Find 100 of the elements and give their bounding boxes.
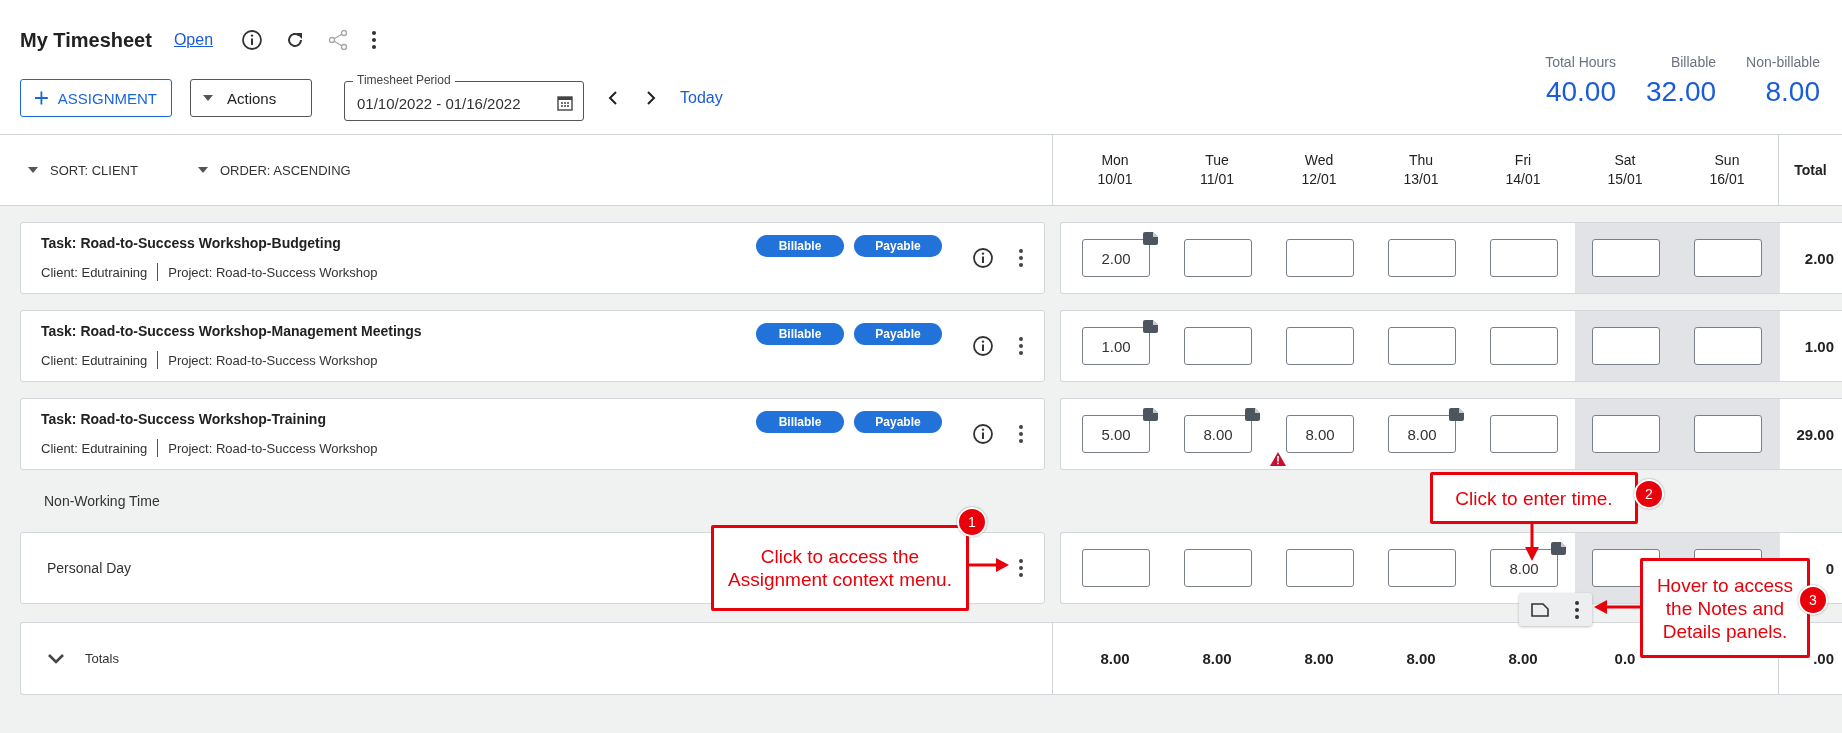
row-total: 1.00: [1779, 311, 1842, 381]
day-name: Fri: [1514, 151, 1532, 170]
summary-value: 32.00: [1646, 76, 1717, 108]
time-field[interactable]: [1694, 327, 1762, 365]
time-field[interactable]: [1490, 327, 1558, 365]
info-icon[interactable]: [972, 335, 994, 357]
day-date: 13/01: [1403, 170, 1439, 189]
caret-icon: [197, 167, 208, 173]
client-label: Client: Edutraining: [41, 440, 148, 456]
time-field[interactable]: [1694, 415, 1762, 453]
day-name: Tue: [1205, 151, 1229, 170]
time-field[interactable]: [1592, 415, 1660, 453]
day-date: 15/01: [1607, 170, 1643, 189]
day-total: 8.00: [1507, 649, 1539, 669]
day-date: 10/01: [1097, 170, 1133, 189]
task-title: Task: Road-to-Success Workshop-Training: [41, 411, 327, 427]
time-field[interactable]: 8.00: [1286, 415, 1354, 453]
summary-value: 8.00: [1765, 76, 1820, 108]
day-date: 14/01: [1505, 170, 1541, 189]
field-label: Timesheet Period: [353, 73, 455, 87]
actions-dropdown[interactable]: Actions: [190, 79, 312, 117]
summary-label: Total Hours: [1545, 54, 1616, 70]
note-icon[interactable]: [1531, 602, 1550, 617]
time-field[interactable]: [1184, 239, 1252, 277]
status-link[interactable]: Open: [173, 31, 214, 49]
more-icon[interactable]: [1573, 599, 1580, 620]
task-title: Task: Road-to-Success Workshop-Budgeting: [41, 235, 342, 251]
arrow: [1525, 522, 1539, 561]
sort-label: SORT: CLIENT: [50, 162, 138, 178]
sort-dropdown[interactable]: SORT: CLIENT: [28, 162, 138, 178]
chevron-icon[interactable]: [47, 653, 65, 664]
time-field[interactable]: [1388, 327, 1456, 365]
more-icon[interactable]: [371, 30, 378, 50]
assignment-title: Personal Day: [46, 560, 132, 576]
project-label: Project: Road-to-Success Workshop: [168, 352, 378, 368]
arrow: [1594, 600, 1642, 614]
time-field[interactable]: [1388, 549, 1456, 587]
info-icon[interactable]: [972, 423, 994, 445]
day-total: 8.00: [1201, 649, 1233, 669]
info-icon[interactable]: [972, 247, 994, 269]
plus-icon: [35, 91, 48, 105]
time-field[interactable]: 8.00: [1388, 415, 1456, 453]
totals-label: Totals: [85, 651, 119, 666]
more-icon[interactable]: [1018, 248, 1024, 268]
column-heading: Total: [1778, 135, 1842, 205]
time-field[interactable]: [1388, 239, 1456, 277]
summary-value: 40.00: [1545, 76, 1616, 108]
day-total: 8.00: [1405, 649, 1437, 669]
caret-icon: [203, 95, 213, 101]
caret-icon: [28, 167, 38, 173]
arrow: [969, 558, 1009, 572]
time-field[interactable]: [1286, 239, 1354, 277]
time-field[interactable]: [1184, 549, 1252, 587]
project-label: Project: Road-to-Success Workshop: [168, 440, 378, 456]
chevron-left-icon[interactable]: [608, 90, 618, 106]
time-field[interactable]: 1.00: [1082, 327, 1150, 365]
tag: Billable: [756, 235, 844, 257]
day-name: Wed: [1304, 151, 1334, 170]
step-number: 2: [1634, 479, 1664, 509]
tag: Payable: [854, 235, 942, 257]
time-field[interactable]: [1082, 549, 1150, 587]
time-field[interactable]: [1184, 327, 1252, 365]
callout-tooltip: Click to access the Assignment context menu.: [711, 525, 969, 611]
calendar-icon[interactable]: [557, 95, 573, 111]
tag: Billable: [756, 323, 844, 345]
date-range-value: 01/10/2022 - 01/16/2022: [357, 94, 521, 112]
task-title: Task: Road-to-Success Workshop-Management Meetings: [41, 323, 423, 339]
time-field[interactable]: 2.00: [1082, 239, 1150, 277]
time-field[interactable]: [1694, 239, 1762, 277]
row-total: 29.00: [1779, 399, 1842, 469]
row-total: 2.00: [1779, 223, 1842, 293]
chevron-right-icon[interactable]: [646, 90, 656, 106]
day-total: 8.00: [1099, 649, 1131, 669]
more-icon[interactable]: [1018, 424, 1024, 444]
day-date: 12/01: [1301, 170, 1337, 189]
day-name: Sun: [1714, 151, 1740, 170]
info-icon[interactable]: [241, 29, 264, 51]
time-field[interactable]: 5.00: [1082, 415, 1150, 453]
time-field[interactable]: 8.00: [1184, 415, 1252, 453]
time-field[interactable]: [1592, 327, 1660, 365]
more-icon[interactable]: [1018, 558, 1024, 578]
time-field[interactable]: [1286, 549, 1354, 587]
callout-tooltip: Click to enter time.: [1430, 472, 1638, 524]
client-label: Client: Edutraining: [41, 352, 148, 368]
day-name: Thu: [1408, 151, 1434, 170]
day-date: 16/01: [1709, 170, 1745, 189]
project-label: Project: Road-to-Success Workshop: [168, 264, 378, 280]
add-assignment-button[interactable]: ASSIGNMENT: [20, 79, 172, 117]
time-field[interactable]: 8.00: [1490, 549, 1558, 587]
client-label: Client: Edutraining: [41, 264, 148, 280]
time-field[interactable]: [1490, 239, 1558, 277]
time-field[interactable]: [1286, 327, 1354, 365]
more-icon[interactable]: [1018, 336, 1024, 356]
share-icon[interactable]: [327, 29, 350, 51]
tag: Payable: [854, 323, 942, 345]
today-link[interactable]: Today: [680, 89, 723, 107]
tag: Billable: [756, 411, 844, 433]
time-field[interactable]: [1592, 239, 1660, 277]
time-field[interactable]: [1490, 415, 1558, 453]
tag: Payable: [854, 411, 942, 433]
